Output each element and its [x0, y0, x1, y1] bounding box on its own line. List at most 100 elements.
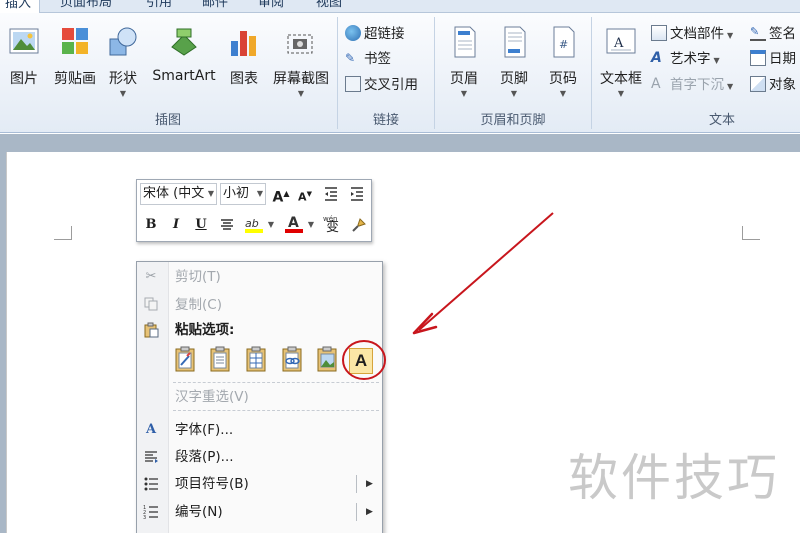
chevron-down-icon: ▼: [267, 220, 274, 229]
paste-table-icon: [246, 346, 266, 372]
chevron-down-icon: ▼: [727, 31, 734, 40]
picture-icon: [9, 28, 39, 54]
smartart-icon: [171, 28, 197, 56]
tab-references[interactable]: 引用: [136, 0, 182, 13]
screenshot-icon: [287, 34, 313, 54]
chart-button[interactable]: 图表: [224, 17, 264, 109]
paste-merge-formatting-button[interactable]: [207, 346, 233, 374]
page-number-button[interactable]: # 页码 ▼: [542, 17, 584, 109]
ribbon: 图片 剪贴画 形状 ▼ SmartArt 图表 屏幕截图 ▼ 插图 超链接 ✎ …: [0, 13, 800, 133]
tab-page-layout[interactable]: 页面布局: [48, 0, 124, 13]
wordart-button[interactable]: A 艺术字 ▼: [651, 48, 720, 70]
object-button[interactable]: 对象: [750, 74, 796, 96]
grow-font-button[interactable]: A▲: [270, 183, 292, 206]
highlight-button[interactable]: ab ▼: [242, 214, 274, 236]
underline-button[interactable]: U: [190, 214, 212, 236]
format-painter-button[interactable]: [348, 214, 370, 236]
menu-item-paragraph[interactable]: 段落(P)...: [137, 444, 382, 470]
font-name-combo[interactable]: 宋体 (中文 ▼: [140, 183, 217, 205]
font-size-combo[interactable]: 小初 ▼: [220, 183, 266, 205]
menu-item-copy[interactable]: 复制(C): [137, 292, 382, 318]
center-align-button[interactable]: [216, 214, 238, 236]
hyperlink-button[interactable]: 超链接: [345, 23, 405, 45]
quickparts-button[interactable]: 文档部件 ▼: [651, 23, 733, 45]
svg-text:#: #: [559, 38, 568, 51]
submenu-arrow-icon[interactable]: ▶: [356, 475, 382, 493]
paste-options-header: 粘贴选项:: [175, 322, 235, 338]
menu-item-numbering[interactable]: 123 编号(N) ▶: [137, 499, 382, 525]
mini-toolbar: 宋体 (中文 ▼ 小初 ▼ A▲ A▼ B I U ab ▼ A ▼ wén 变: [136, 179, 372, 242]
menu-item-bullets[interactable]: 项目符号(B) ▶: [137, 471, 382, 497]
chevron-down-icon: ▼: [207, 189, 214, 198]
chevron-down-icon: ▼: [256, 189, 263, 198]
phonetic-guide-button[interactable]: wén 变: [322, 214, 346, 236]
paste-keep-text-only-button[interactable]: A: [349, 348, 373, 374]
tab-view[interactable]: 视图: [306, 0, 352, 13]
datetime-label: 日期: [769, 51, 796, 67]
textbox-dropdown-icon: ▼: [617, 89, 625, 98]
dropcap-button[interactable]: A 首字下沉 ▼: [651, 74, 733, 96]
crossref-button[interactable]: 交叉引用: [345, 74, 418, 96]
picture-button[interactable]: 图片: [2, 17, 46, 109]
paste-table-button[interactable]: [243, 346, 269, 374]
hyperlink-label: 超链接: [364, 26, 405, 42]
screenshot-label: 屏幕截图: [273, 71, 329, 87]
calendar-icon: [750, 50, 766, 66]
datetime-button[interactable]: 日期: [750, 48, 796, 70]
shrink-font-button[interactable]: A▼: [294, 183, 316, 205]
header-icon: [454, 26, 476, 58]
tab-mailings[interactable]: 邮件: [192, 0, 238, 13]
menu-item-cut[interactable]: ✂ 剪切(T): [137, 264, 382, 290]
globe-link-icon: [345, 25, 361, 41]
menu-item-font[interactable]: A 字体(F)...: [137, 417, 382, 443]
font-color-bar: [285, 229, 303, 233]
header-button[interactable]: 页眉 ▼: [442, 17, 486, 109]
signature-label: 签名: [769, 26, 796, 42]
paste-link-button[interactable]: [279, 346, 305, 374]
textbox-button[interactable]: A 文本框 ▼: [596, 17, 646, 109]
italic-button[interactable]: I: [165, 214, 187, 236]
shapes-dropdown-icon: ▼: [119, 89, 127, 98]
bold-button[interactable]: B: [140, 214, 162, 236]
menu-item-reconvert[interactable]: 汉字重选(V): [137, 384, 382, 410]
footer-dropdown-icon: ▼: [510, 89, 518, 98]
watermark: 软件技巧: [568, 449, 780, 507]
increase-indent-icon: [351, 187, 363, 201]
font-color-button[interactable]: A ▼: [282, 214, 314, 236]
tab-review[interactable]: 审阅: [248, 0, 294, 13]
bookmark-button[interactable]: ✎ 书签: [345, 48, 391, 70]
menu-separator: [173, 382, 379, 383]
crop-mark-right: [742, 226, 760, 240]
smartart-button[interactable]: SmartArt: [148, 17, 220, 109]
increase-indent-button[interactable]: [346, 183, 368, 205]
font-name-value: 宋体 (中文: [143, 186, 205, 201]
copy-icon: [143, 297, 159, 313]
clipart-button[interactable]: 剪贴画: [50, 17, 100, 109]
footer-button[interactable]: 页脚 ▼: [492, 17, 536, 109]
chart-label: 图表: [230, 71, 258, 87]
wordart-icon: A: [651, 50, 662, 66]
mini-toolbar-row-2: B I U ab ▼ A ▼ wén 变: [140, 214, 370, 240]
paste-keep-source-formatting-button[interactable]: [172, 346, 198, 374]
decrease-indent-button[interactable]: [320, 183, 342, 205]
shapes-label: 形状: [109, 71, 137, 87]
signature-button[interactable]: ✎ 签名: [750, 23, 796, 45]
menu-item-paragraph-label: 段落(P)...: [175, 449, 234, 465]
highlight-color-bar: [245, 229, 263, 233]
menu-item-copy-label: 复制(C): [175, 297, 222, 313]
paste-keep-source-icon: [175, 346, 195, 372]
wordart-label: 艺术字: [670, 51, 711, 67]
font-icon: A: [145, 422, 157, 437]
group-label-illustrations: 插图: [154, 113, 181, 128]
shapes-button[interactable]: 形状 ▼: [104, 17, 142, 109]
tab-insert[interactable]: 插入: [0, 0, 40, 13]
paste-as-picture-button[interactable]: [314, 346, 340, 374]
paste-link-icon: [282, 346, 302, 372]
textbox-label: 文本框: [600, 71, 642, 87]
crop-mark-left: [54, 226, 72, 240]
submenu-arrow-icon[interactable]: ▶: [356, 503, 382, 521]
screenshot-button[interactable]: 屏幕截图 ▼: [268, 17, 334, 109]
menu-item-reconvert-label: 汉字重选(V): [175, 389, 249, 405]
mini-toolbar-row-1: 宋体 (中文 ▼ 小初 ▼ A▲ A▼: [140, 183, 370, 209]
smartart-label: SmartArt: [152, 68, 216, 84]
